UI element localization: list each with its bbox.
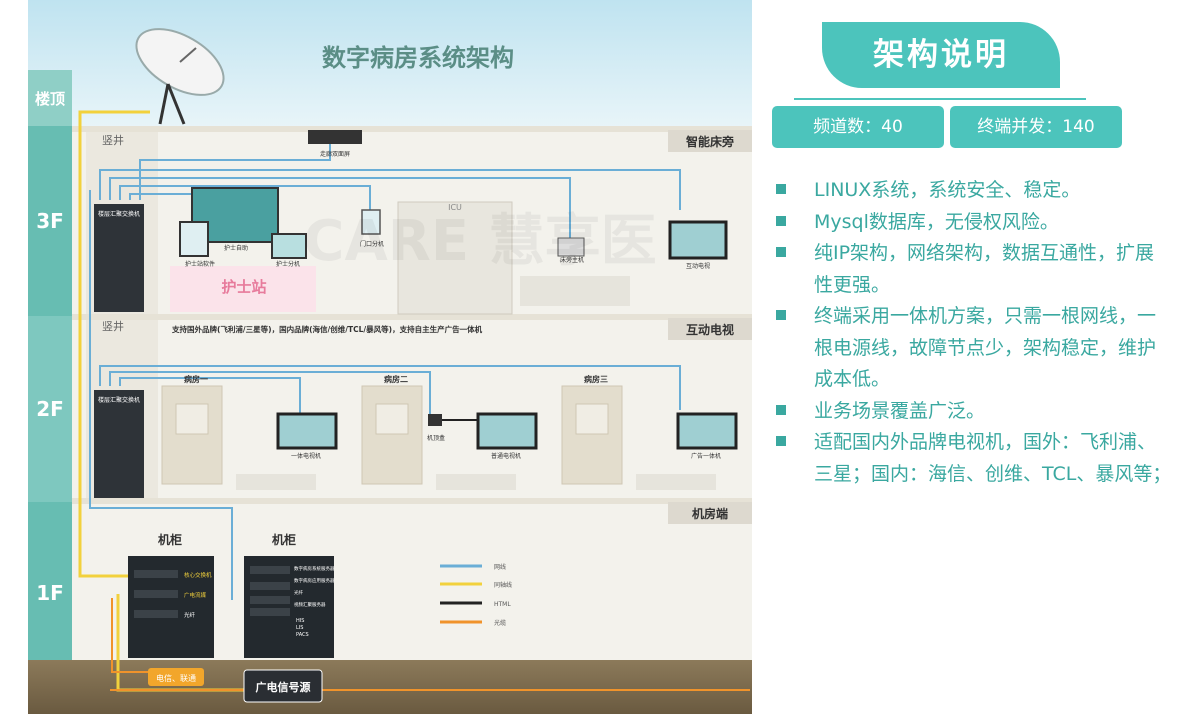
legend-network: 网线 bbox=[494, 563, 506, 571]
corridor-screen-label: 走廊双面屏 bbox=[320, 150, 350, 158]
nurse-extension-device bbox=[271, 233, 307, 259]
feature-text: Mysql数据库，无侵权风险。 bbox=[814, 210, 1059, 233]
section-bedside-label: 智能床旁 bbox=[685, 134, 734, 149]
slab-roof bbox=[72, 126, 752, 132]
rack-b-item-1: 数字病房系统服务器 bbox=[294, 565, 335, 572]
corridor-screen-device bbox=[308, 130, 362, 144]
his-item-1: HIS bbox=[296, 618, 304, 624]
rack-b-item-3: 光纤 bbox=[294, 589, 303, 596]
tv-3f-label: 互动电视 bbox=[686, 262, 710, 270]
floor-label-1f: 1F bbox=[36, 581, 64, 605]
aio-tv-screen bbox=[276, 412, 338, 450]
ad-aio-label: 广告一体机 bbox=[691, 452, 721, 460]
cabinet-a-label: 机柜 bbox=[158, 532, 182, 547]
bullet-square-icon bbox=[776, 404, 786, 415]
architecture-diagram: 楼顶 3F 2F 1F 竖井 竖井 数字病房系统架构 智能床旁 互动电视 机房端 bbox=[28, 0, 752, 714]
panel-header: 架构说明 bbox=[822, 22, 1060, 88]
feature-list: LINUX系统，系统安全、稳定。 Mysql数据库，无侵权风险。 纯IP架构，网… bbox=[776, 175, 1172, 490]
telecom-label: 电信、联通 bbox=[156, 673, 196, 683]
stat-channels: 频道数：40 bbox=[772, 106, 944, 148]
stat-concurrency: 终端并发：140 bbox=[950, 106, 1122, 148]
cabinet-a-units bbox=[134, 570, 178, 618]
rack-a-item-3: 光纤 bbox=[184, 611, 196, 619]
section-machine-room-label: 机房端 bbox=[692, 506, 728, 521]
diagram-title: 数字病房系统架构 bbox=[322, 44, 514, 72]
switch-2f bbox=[94, 390, 144, 498]
shaft-label-3f: 竖井 bbox=[102, 133, 124, 147]
watermark: CARE 慧享医 bbox=[303, 209, 656, 274]
feature-text: LINUX系统，系统安全、稳定。 bbox=[814, 179, 1081, 201]
nurse-host-label: 护士自助 bbox=[224, 244, 248, 252]
bullet-square-icon bbox=[776, 247, 786, 257]
feature-text: 终端采用一体机方案，只需一根网线，一根电源线，故障节点少，架构稳定，维护成本低。 bbox=[814, 305, 1157, 390]
feature-item: 业务场景覆盖广泛。 bbox=[776, 396, 1172, 428]
floor-label-3f: 3F bbox=[36, 209, 64, 233]
broadcast-source-label: 广电信号源 bbox=[256, 680, 311, 694]
room-three-label: 病房三 bbox=[584, 374, 608, 384]
header-underline bbox=[794, 98, 1086, 100]
room-one-label: 病房一 bbox=[184, 374, 208, 384]
his-item-3: PACS bbox=[296, 632, 309, 638]
legend-html: HTML bbox=[494, 601, 511, 608]
ad-aio-screen bbox=[676, 412, 738, 450]
aio-tv-label: 一体电视机 bbox=[291, 452, 321, 460]
legend-fiber: 光缆 bbox=[494, 619, 506, 627]
slab-3f bbox=[72, 314, 752, 320]
bullet-square-icon bbox=[776, 184, 786, 194]
legend-coax: 同轴线 bbox=[494, 581, 512, 589]
switch-2f-label: 楼层汇聚交换机 bbox=[98, 396, 140, 404]
bullet-square-icon bbox=[776, 215, 786, 226]
brands-note: 支持国外品牌(飞利浦/三星等)，国内品牌(海信/创维/TCL/暴风等)，支持自主… bbox=[171, 324, 483, 334]
bullet-square-icon bbox=[776, 310, 786, 320]
switch-3f-label: 楼层汇聚交换机 bbox=[98, 210, 140, 218]
rack-a-item-2: 广电流媒 bbox=[184, 591, 207, 599]
feature-item: 终端采用一体机方案，只需一根网线，一根电源线，故障节点少，架构稳定，维护成本低。 bbox=[776, 301, 1172, 396]
bed-icon bbox=[520, 276, 630, 306]
his-item-2: LIS bbox=[296, 625, 303, 631]
stb-label: 机顶盒 bbox=[427, 434, 445, 442]
feature-item: 适配国内外品牌电视机，国外：飞利浦、三星；国内：海信、创维、TCL、暴风等； bbox=[776, 427, 1172, 490]
nurse-station-label: 护士站 bbox=[221, 278, 266, 296]
rack-a-item-1: 核心交换机 bbox=[184, 571, 212, 579]
feature-item: Mysql数据库，无侵权风险。 bbox=[776, 207, 1172, 239]
shaft-label-2f: 竖井 bbox=[102, 319, 124, 333]
section-tv-label: 互动电视 bbox=[686, 322, 734, 337]
rack-b-item-4: 视频汇聚服务器 bbox=[294, 601, 326, 608]
room-two-label: 病房二 bbox=[384, 374, 408, 384]
rack-b-item-2: 数字病房应用服务器 bbox=[294, 577, 335, 584]
feature-text: 适配国内外品牌电视机，国外：飞利浦、三星；国内：海信、创维、TCL、暴风等； bbox=[814, 431, 1172, 485]
ground bbox=[28, 660, 752, 714]
nurse-extension-label: 护士分机 bbox=[276, 260, 300, 268]
slab-2f bbox=[72, 498, 752, 504]
regular-tv-screen bbox=[476, 412, 538, 450]
stb-device bbox=[428, 414, 442, 426]
floor-label-2f: 2F bbox=[36, 397, 64, 421]
switch-3f bbox=[94, 204, 144, 312]
regular-tv-label: 普通电视机 bbox=[491, 452, 521, 460]
nurse-software-screen bbox=[179, 221, 209, 257]
feature-text: 业务场景覆盖广泛。 bbox=[814, 399, 986, 422]
floor-label-roof: 楼顶 bbox=[35, 90, 65, 108]
nurse-software-label: 护士站软件 bbox=[185, 260, 215, 268]
cabinet-b-label: 机柜 bbox=[272, 532, 296, 547]
tv-3f-screen bbox=[668, 220, 728, 260]
bullet-square-icon bbox=[776, 436, 786, 446]
feature-item: 纯IP架构，网络架构，数据互通性，扩展性更强。 bbox=[776, 238, 1172, 301]
feature-item: LINUX系统，系统安全、稳定。 bbox=[776, 175, 1172, 207]
feature-text: 纯IP架构，网络架构，数据互通性，扩展性更强。 bbox=[814, 242, 1155, 296]
